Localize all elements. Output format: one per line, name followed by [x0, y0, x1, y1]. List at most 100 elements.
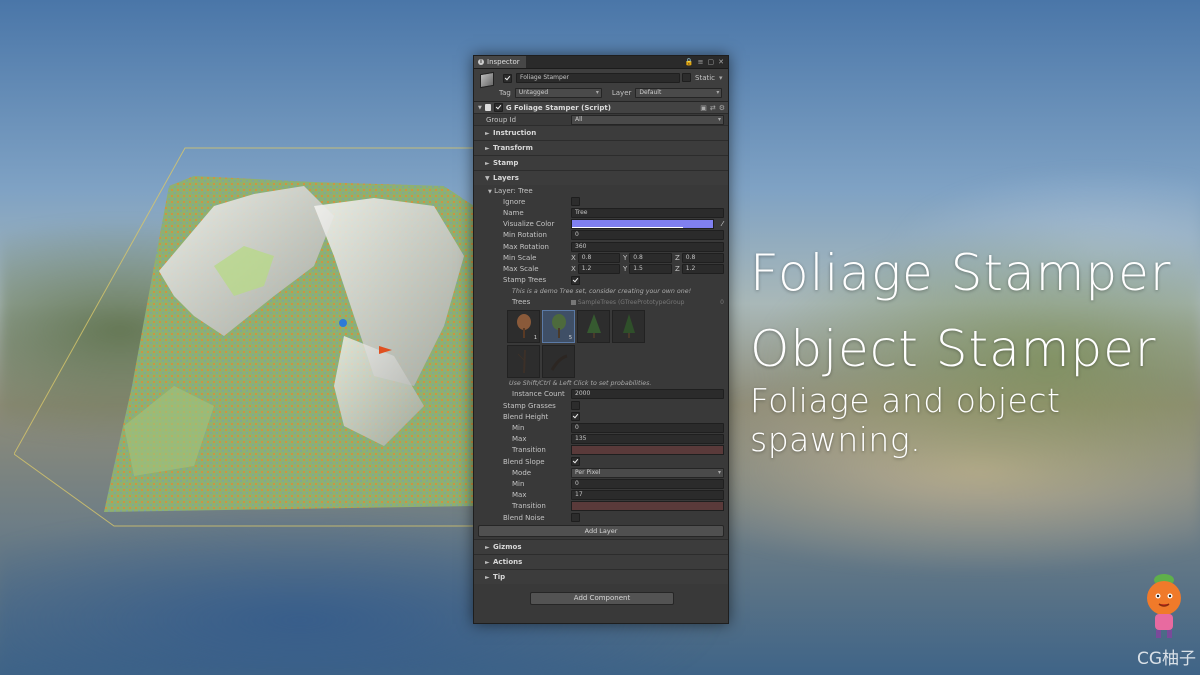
tag-label: Tag	[499, 89, 511, 97]
component-header[interactable]: ▼ G Foliage Stamper (Script) ▣ ⇄ ⚙	[474, 102, 728, 114]
window-controls: 🔒 ≡ ▢ ✕	[685, 58, 728, 66]
section-stamp-label: Stamp	[493, 159, 519, 168]
blend-height-curve[interactable]	[571, 445, 724, 456]
close-icon[interactable]: ✕	[718, 58, 724, 66]
static-label: Static	[695, 73, 716, 82]
active-checkbox[interactable]	[503, 73, 512, 83]
gear-icon[interactable]: ⚙	[719, 104, 725, 112]
blend-slope-mode-row: Mode Per Pixel	[474, 467, 728, 478]
tree-thumbnail[interactable]: 1	[507, 309, 540, 343]
menu-icon[interactable]: ≡	[698, 58, 704, 66]
tab-inspector-label: Inspector	[487, 58, 520, 66]
lock-icon[interactable]: 🔒	[685, 58, 694, 66]
max-scale-row: Max Scale X 1.2 Y 1.5 Z 1.2	[474, 263, 728, 274]
section-actions[interactable]: ► Actions	[474, 554, 728, 570]
collapsed-arrow-icon: ►	[485, 159, 490, 167]
layer-header-label: Layer: Tree	[494, 186, 533, 195]
trees-object-field[interactable]: SampleTrees (GTreePrototypeGroup 0	[571, 299, 724, 306]
layer-dropdown[interactable]: Default	[635, 88, 723, 98]
section-gizmos-label: Gizmos	[493, 543, 522, 552]
ignore-label: Ignore	[503, 197, 526, 206]
tree-thumbnail[interactable]	[577, 309, 610, 343]
tree-thumbnail[interactable]	[542, 344, 575, 378]
min-scale-x[interactable]: 0.8	[577, 252, 620, 263]
stamp-trees-label: Stamp Trees	[503, 276, 547, 285]
section-transform[interactable]: ► Transform	[474, 140, 728, 156]
add-layer-button[interactable]: Add Layer	[478, 525, 724, 538]
min-scale-y[interactable]: 0.8	[629, 252, 672, 263]
min-scale-z[interactable]: 0.8	[681, 252, 724, 263]
blend-slope-mode-dropdown[interactable]: Per Pixel	[571, 467, 724, 478]
visualize-color-swatch[interactable]	[571, 219, 714, 230]
component-enabled-checkbox[interactable]	[493, 103, 503, 112]
section-transform-label: Transform	[493, 144, 533, 153]
stamp-grasses-checkbox[interactable]	[571, 401, 580, 411]
name-field[interactable]: Tree	[571, 207, 724, 218]
axis-y-label: Y	[623, 253, 628, 262]
section-gizmos[interactable]: ► Gizmos	[474, 539, 728, 555]
static-dropdown-icon[interactable]: ▾	[719, 74, 723, 82]
maximize-icon[interactable]: ▢	[708, 58, 715, 66]
object-name-field[interactable]: Foliage Stamper	[516, 73, 680, 83]
ignore-row: Ignore	[474, 196, 728, 207]
static-checkbox[interactable]	[682, 73, 691, 82]
min-rotation-field[interactable]: 0	[571, 230, 724, 241]
blend-slope-min-label: Min	[512, 479, 525, 488]
log-icon	[550, 354, 567, 372]
blend-height-checkbox[interactable]	[571, 412, 580, 422]
tag-dropdown[interactable]: Untagged	[514, 88, 602, 98]
section-stamp[interactable]: ► Stamp	[474, 155, 728, 171]
collapsed-arrow-icon: ►	[485, 129, 490, 137]
ignore-checkbox[interactable]	[571, 197, 580, 207]
stamp-trees-row: Stamp Trees	[474, 275, 728, 286]
blend-height-min-label: Min	[512, 424, 525, 433]
blend-height-label: Blend Height	[503, 412, 549, 421]
max-rotation-field[interactable]: 360	[571, 241, 724, 252]
tree-thumbnail[interactable]	[612, 309, 645, 343]
section-tip[interactable]: ► Tip	[474, 569, 728, 585]
instance-count-field[interactable]: 2000	[571, 389, 724, 400]
section-instruction[interactable]: ► Instruction	[474, 125, 728, 141]
layer-tree-header[interactable]: ▼ Layer: Tree	[474, 185, 728, 196]
add-component-button[interactable]: Add Component	[530, 592, 674, 605]
group-id-dropdown[interactable]: All	[571, 114, 724, 125]
blend-slope-max-field[interactable]: 17	[571, 490, 724, 501]
max-scale-x[interactable]: 1.2	[577, 263, 620, 274]
min-rotation-label: Min Rotation	[503, 231, 547, 240]
blend-height-max-row: Max 135	[474, 434, 728, 445]
expanded-arrow-icon: ▼	[488, 188, 492, 195]
blend-height-row: Blend Height	[474, 411, 728, 422]
blend-noise-row: Blend Noise	[474, 512, 728, 523]
blend-height-max-field[interactable]: 135	[571, 434, 724, 445]
preset-icon[interactable]: ⇄	[710, 104, 716, 112]
eyedropper-icon[interactable]: ⁄	[722, 220, 723, 228]
dead-tree-icon	[517, 350, 526, 374]
collapsed-arrow-icon: ►	[485, 558, 490, 566]
name-row: Name Tree	[474, 207, 728, 218]
book-icon[interactable]: ▣	[700, 104, 707, 112]
blend-height-min-field[interactable]: 0	[571, 423, 724, 434]
expand-arrow-icon[interactable]: ▼	[478, 105, 482, 111]
blend-slope-curve[interactable]	[571, 501, 724, 512]
tree-thumbnail[interactable]	[507, 344, 540, 378]
max-scale-y[interactable]: 1.5	[629, 263, 672, 274]
instance-count-row: Instance Count 2000	[474, 389, 728, 400]
thumb-count: 1	[533, 334, 537, 341]
tree-thumbnail[interactable]: 5	[542, 309, 575, 343]
blend-slope-checkbox[interactable]	[571, 457, 580, 467]
probability-help-text: Use Shift/Ctrl & Left Click to set proba…	[509, 379, 652, 387]
max-scale-z[interactable]: 1.2	[681, 263, 724, 274]
trees-row: Trees SampleTrees (GTreePrototypeGroup 0	[474, 297, 728, 308]
blend-noise-label: Blend Noise	[503, 513, 545, 522]
stamp-trees-checkbox[interactable]	[571, 275, 580, 285]
section-layers[interactable]: ▼ Layers	[474, 170, 728, 186]
watermark-text: CG柚子	[1137, 649, 1197, 669]
tab-bar: i Inspector 🔒 ≡ ▢ ✕	[474, 56, 728, 69]
blend-slope-min-field[interactable]: 0	[571, 478, 724, 489]
section-instruction-label: Instruction	[493, 129, 537, 138]
tab-inspector[interactable]: i Inspector	[474, 56, 526, 68]
blend-noise-checkbox[interactable]	[571, 513, 580, 523]
visualize-color-label: Visualize Color	[503, 220, 555, 229]
overlay-subtitle: Foliage and object spawning.	[750, 381, 1061, 459]
max-rotation-row: Max Rotation 360	[474, 241, 728, 252]
